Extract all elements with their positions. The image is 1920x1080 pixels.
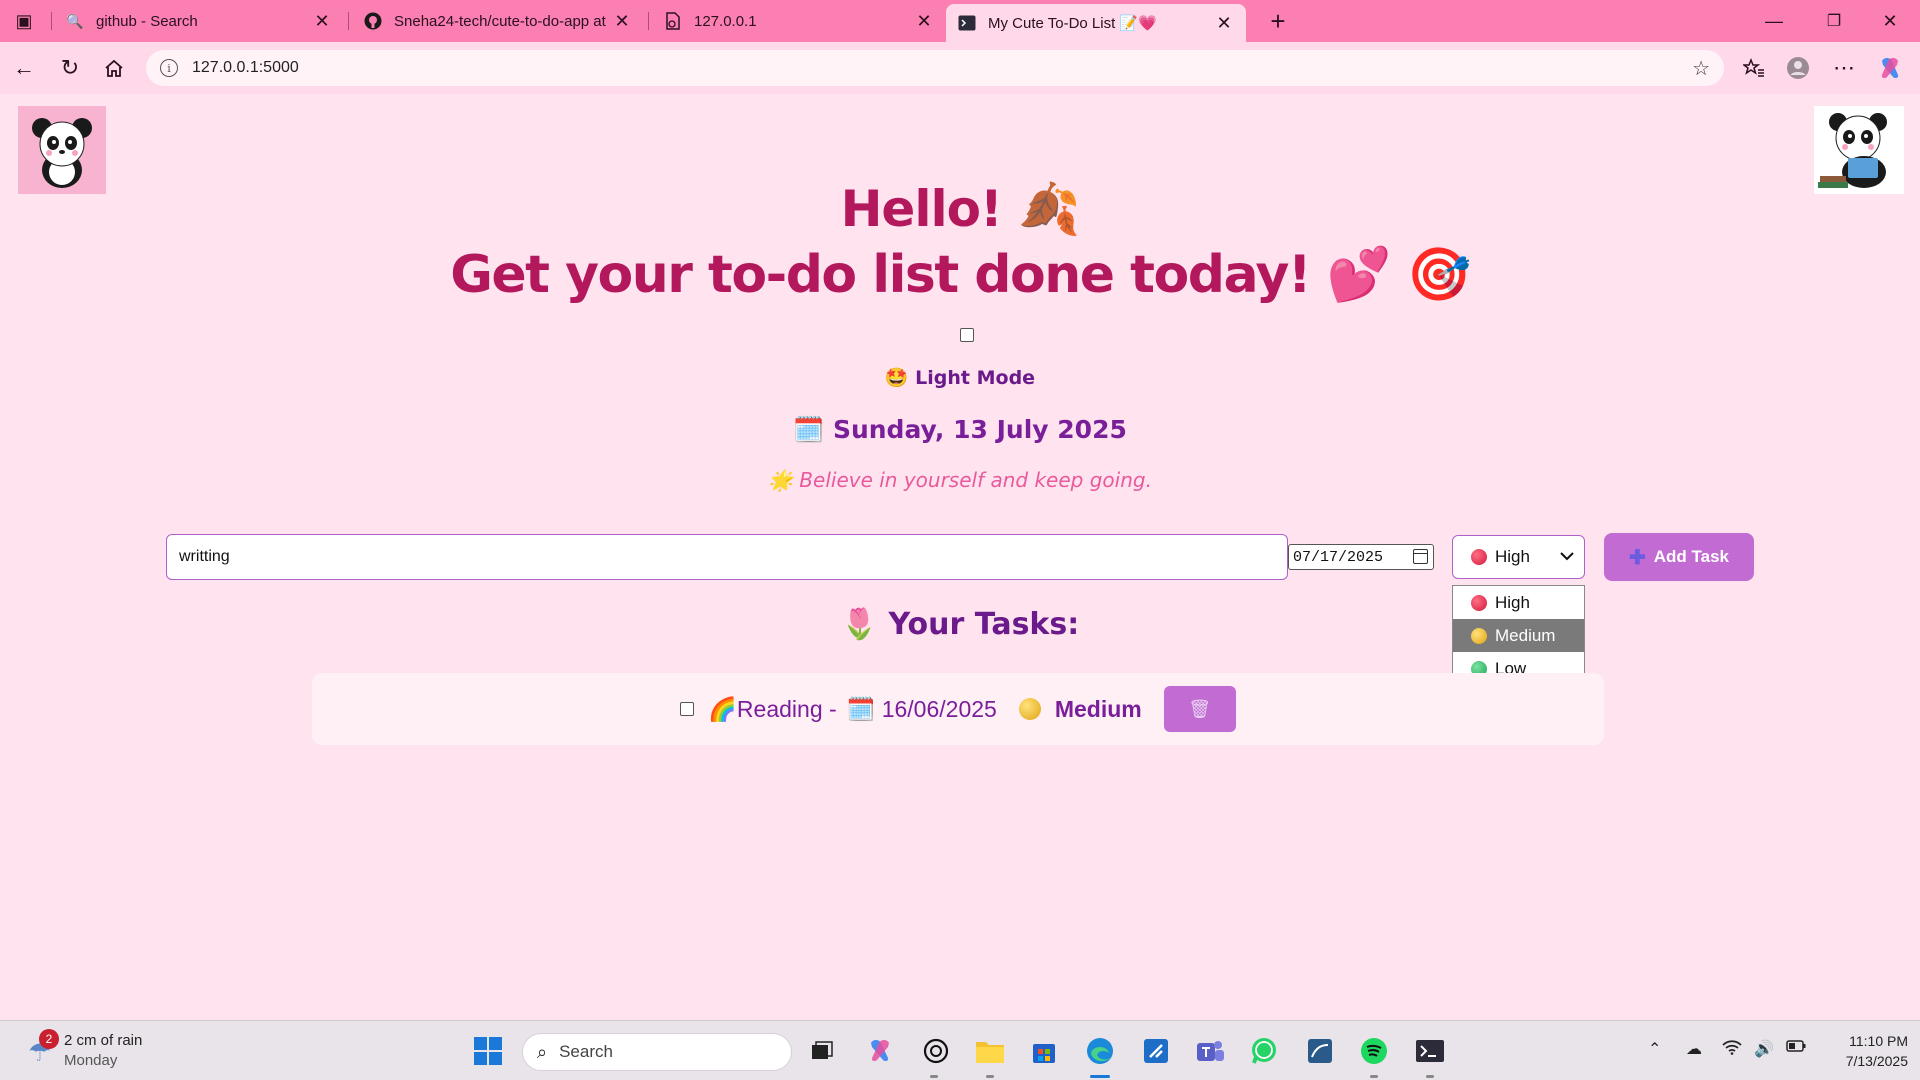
edge-browser-icon[interactable]	[1082, 1033, 1118, 1069]
copilot-icon[interactable]	[1874, 52, 1906, 84]
new-tab-button[interactable]: +	[1250, 0, 1306, 42]
tab-localhost[interactable]: 127.0.0.1 ✕	[652, 0, 946, 42]
weather-day: Monday	[64, 1052, 118, 1069]
priority-selected-value: High	[1495, 547, 1530, 566]
running-indicator	[1370, 1075, 1378, 1078]
close-tab-icon[interactable]: ✕	[1214, 13, 1234, 34]
task-date: 🗓️ 16/06/2025	[846, 695, 997, 722]
site-info-icon[interactable]: i	[160, 59, 178, 77]
tab-separator	[348, 12, 349, 30]
page-content: Hello! 🍂 Get your to-do list done today!…	[6, 94, 1914, 1016]
windows-start-icon[interactable]	[470, 1033, 506, 1069]
battery-icon[interactable]	[1786, 1039, 1806, 1058]
onedrive-icon[interactable]: ☁	[1686, 1039, 1702, 1059]
hello-heading: Hello! 🍂	[840, 180, 1081, 238]
teams-icon[interactable]	[1192, 1033, 1228, 1069]
tab-title: My Cute To-Do List 📝💗	[988, 15, 1157, 32]
tab-my-cute-todo[interactable]: My Cute To-Do List 📝💗 ✕	[946, 4, 1246, 42]
due-date-input[interactable]: 07/17/2025	[1288, 544, 1434, 570]
spotify-icon[interactable]	[1356, 1033, 1392, 1069]
plus-icon: ✚	[1628, 546, 1646, 569]
chatgpt-icon[interactable]	[918, 1033, 954, 1069]
running-indicator	[1426, 1075, 1434, 1078]
terminal-icon	[958, 14, 976, 32]
browser-tab-bar: ▣ 🔍 github - Search ✕ Sneha24-tech/cute-…	[0, 0, 1920, 42]
task-priority: Medium	[1054, 695, 1142, 722]
mysql-workbench-icon[interactable]	[1302, 1033, 1338, 1069]
file-explorer-icon[interactable]	[972, 1033, 1008, 1069]
delete-task-button[interactable]: 🗑	[1163, 686, 1236, 732]
favorite-star-icon[interactable]: ☆	[1692, 56, 1710, 81]
tab-title: 127.0.0.1	[694, 12, 757, 30]
tab-separator	[648, 12, 649, 30]
clock-date: 7/13/2025	[1845, 1053, 1908, 1069]
tab-title: Sneha24-tech/cute-to-do-app at	[394, 12, 606, 30]
terminal-app-icon[interactable]	[1412, 1033, 1448, 1069]
tasks-heading: 🌷 Your Tasks:	[840, 607, 1080, 642]
dark-mode-toggle-checkbox[interactable]	[960, 328, 974, 342]
notification-badge: 2	[39, 1029, 59, 1049]
address-bar[interactable]: i 127.0.0.1:5000 ☆	[146, 50, 1724, 86]
vscode-icon[interactable]	[1138, 1033, 1174, 1069]
motivational-quote: 🌟 Believe in yourself and keep going.	[768, 468, 1152, 492]
more-options-icon[interactable]: ⋯	[1828, 52, 1860, 84]
taskbar-search-box[interactable]: ⌕ Search	[522, 1033, 792, 1071]
close-tab-icon[interactable]: ✕	[914, 11, 934, 32]
reload-icon[interactable]: ↻	[54, 52, 86, 84]
task-list: 🌈Reading - 🗓️ 16/06/2025 Medium 🗑	[312, 673, 1604, 745]
restore-icon[interactable]: ❐	[1806, 0, 1862, 42]
microsoft-store-icon[interactable]	[1026, 1033, 1062, 1069]
copilot-app-icon[interactable]	[862, 1033, 898, 1069]
search-icon: ⌕	[537, 1041, 548, 1062]
running-indicator	[930, 1075, 938, 1078]
profile-avatar-icon[interactable]	[1782, 52, 1814, 84]
mode-label: 🤩 Light Mode	[884, 367, 1036, 389]
tab-separator	[51, 12, 52, 30]
tab-github-search[interactable]: 🔍 github - Search ✕	[54, 0, 344, 42]
search-placeholder: Search	[559, 1042, 613, 1061]
favorites-icon[interactable]	[1738, 52, 1770, 84]
task-input[interactable]	[166, 534, 1288, 580]
wifi-icon[interactable]	[1722, 1039, 1742, 1060]
current-date: 🗓️ Sunday, 13 July 2025	[793, 415, 1127, 444]
active-app-indicator	[1090, 1075, 1110, 1078]
weather-widget[interactable]: ☂ 2 2 cm of rain Monday	[22, 1029, 192, 1071]
whatsapp-icon[interactable]	[1246, 1033, 1282, 1069]
calendar-picker-icon[interactable]	[1413, 549, 1428, 564]
github-icon	[364, 12, 382, 30]
search-icon: 🔍	[66, 12, 84, 29]
due-date-value: 07/17/2025	[1293, 548, 1384, 566]
yellow-circle-icon	[1018, 698, 1041, 720]
clock-time: 11:10 PM	[1849, 1033, 1908, 1049]
main-heading: Get your to-do list done today! 💕 🎯	[450, 245, 1471, 305]
chevron-up-icon[interactable]: ⌃	[1648, 1039, 1661, 1059]
url-text: 127.0.0.1:5000	[192, 59, 299, 76]
tab-github-repo[interactable]: Sneha24-tech/cute-to-do-app at ✕	[352, 0, 644, 42]
volume-icon[interactable]: 🔊	[1754, 1039, 1774, 1059]
sidebar-toggle-icon[interactable]: ▣	[8, 5, 40, 37]
home-icon[interactable]	[98, 52, 130, 84]
list-item: 🌈Reading - 🗓️ 16/06/2025 Medium 🗑	[312, 673, 1604, 745]
back-icon[interactable]: ←	[8, 52, 40, 84]
os-taskbar: ☂ 2 2 cm of rain Monday ⌕ Search ⌃ ☁ 🔊 1…	[0, 1020, 1920, 1080]
task-name: 🌈Reading -	[708, 695, 837, 722]
close-tab-icon[interactable]: ✕	[312, 11, 332, 32]
priority-select[interactable]: High	[1452, 535, 1585, 579]
close-tab-icon[interactable]: ✕	[612, 11, 632, 32]
tab-title: github - Search	[96, 12, 198, 30]
minimize-icon[interactable]: —	[1746, 0, 1802, 42]
weather-text: 2 cm of rain	[64, 1032, 143, 1049]
browser-toolbar: ← ↻ i 127.0.0.1:5000 ☆ ⋯	[0, 42, 1920, 94]
close-window-icon[interactable]: ✕	[1862, 0, 1918, 42]
add-task-label: Add Task	[1653, 547, 1730, 566]
chevron-down-icon	[1560, 548, 1574, 564]
red-circle-icon	[1471, 549, 1487, 565]
task-view-icon[interactable]	[804, 1033, 840, 1069]
system-clock[interactable]: 11:10 PM 7/13/2025	[1812, 1031, 1908, 1071]
page-icon	[664, 12, 682, 30]
trash-icon: 🗑	[1188, 698, 1212, 719]
running-indicator	[986, 1075, 994, 1078]
task-complete-checkbox[interactable]	[680, 702, 695, 716]
add-task-button[interactable]: ✚ Add Task	[1604, 533, 1754, 581]
